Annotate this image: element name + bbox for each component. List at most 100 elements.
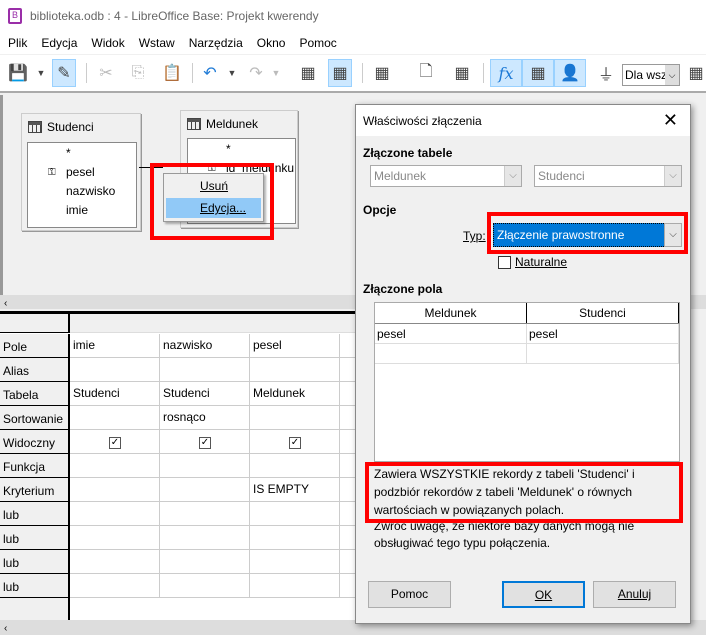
grid-cell[interactable]: IS EMPTY — [250, 478, 340, 502]
grid-cell[interactable] — [160, 358, 250, 382]
design-view-icon[interactable]: ▦ — [328, 59, 352, 87]
row-label: lub — [0, 526, 70, 550]
visible-checkbox[interactable]: ✓ — [199, 437, 211, 449]
right-table-select[interactable]: Studenci ⌵ — [534, 165, 682, 187]
grid-row: Alias — [0, 358, 430, 382]
grid-row: lub — [0, 550, 430, 574]
field-item[interactable]: * — [28, 144, 136, 163]
grid-cell[interactable] — [70, 478, 160, 502]
table-row[interactable]: pesel pesel — [375, 324, 679, 344]
field-item[interactable]: ⚿ pesel — [28, 163, 136, 182]
run-query-icon[interactable]: ▦ — [296, 59, 320, 87]
table-names-icon[interactable]: ▦ — [522, 59, 554, 87]
grid-cell[interactable] — [250, 526, 340, 550]
grid-cell[interactable] — [160, 502, 250, 526]
clear-query-icon[interactable]: ▦ — [370, 59, 394, 87]
left-table-select[interactable]: Meldunek ⌵ — [370, 165, 522, 187]
grid-cell[interactable] — [70, 502, 160, 526]
grid-cell[interactable] — [250, 574, 340, 598]
delete-icon[interactable]: 🗋 — [414, 59, 438, 87]
grid-cell[interactable]: ✓ — [160, 430, 250, 454]
grid-cell[interactable] — [160, 574, 250, 598]
compatibility-note: Zwróć uwagę, że niektóre bazy danych mog… — [374, 519, 635, 550]
grid-cell[interactable]: rosnąco — [160, 406, 250, 430]
save-icon[interactable]: 💾 — [6, 59, 30, 87]
alias-icon[interactable]: 👤 — [554, 59, 586, 87]
field-item[interactable]: nazwisko — [28, 182, 136, 201]
menu-edycja[interactable]: Edycja — [41, 36, 77, 50]
menu-okno[interactable]: Okno — [257, 36, 286, 50]
grid-cell[interactable] — [160, 550, 250, 574]
table-row[interactable] — [375, 344, 679, 364]
field-item[interactable]: imie — [28, 201, 136, 220]
grid-cell[interactable]: Studenci — [70, 382, 160, 406]
grid-cell[interactable] — [70, 454, 160, 478]
grid-cell[interactable] — [250, 406, 340, 430]
grid-cell[interactable] — [250, 550, 340, 574]
grid-cell[interactable] — [250, 358, 340, 382]
cell[interactable]: pesel — [527, 324, 679, 343]
scroll-left-icon[interactable]: ‹ — [0, 298, 7, 309]
paste-icon[interactable]: 📋 — [160, 59, 184, 87]
visible-checkbox[interactable]: ✓ — [289, 437, 301, 449]
functions-icon[interactable]: fx — [490, 59, 522, 87]
close-icon[interactable]: ✕ — [663, 110, 678, 131]
redo-icon[interactable]: ↷ — [244, 59, 268, 87]
copy-icon[interactable]: ⎘ — [126, 59, 150, 87]
cancel-button[interactable]: Anuluj — [593, 581, 676, 608]
grid-cell[interactable] — [70, 526, 160, 550]
chevron-down-icon[interactable]: ⌵ — [665, 65, 679, 85]
undo-icon[interactable]: ↶ — [198, 59, 222, 87]
visible-checkbox[interactable]: ✓ — [109, 437, 121, 449]
scroll-left-icon[interactable]: ‹ — [0, 623, 7, 634]
grid-cell[interactable] — [70, 550, 160, 574]
menu-wstaw[interactable]: Wstaw — [139, 36, 175, 50]
menu-plik[interactable]: Plik — [8, 36, 27, 50]
grid-cell[interactable] — [160, 454, 250, 478]
join-properties-dialog: Właściwości złączenia ✕ Złączone tabele M… — [355, 104, 691, 624]
ok-button[interactable]: OK — [502, 581, 585, 608]
grid-cell[interactable] — [70, 574, 160, 598]
grid-cell[interactable] — [250, 454, 340, 478]
row-label: Kryterium — [0, 478, 70, 502]
grid-cell[interactable]: Studenci — [160, 382, 250, 406]
row-label: Funkcja — [0, 454, 70, 478]
menu-widok[interactable]: Widok — [91, 36, 124, 50]
grid-cell[interactable]: Meldunek — [250, 382, 340, 406]
grid-cell[interactable] — [160, 526, 250, 550]
limit-combo[interactable]: Dla wsz ⌵ — [622, 64, 680, 86]
grid-cell[interactable]: ✓ — [70, 430, 160, 454]
natural-checkbox[interactable]: Naturalne — [498, 255, 567, 269]
grid-row: lub — [0, 502, 430, 526]
undo-dropdown-icon[interactable]: ▼ — [226, 59, 238, 87]
distinct-filter-icon[interactable]: ⏚ — [594, 59, 618, 87]
redo-dropdown-icon[interactable]: ▼ — [270, 59, 282, 87]
menu-pomoc[interactable]: Pomoc — [299, 36, 336, 50]
field-item[interactable]: * — [188, 140, 295, 159]
chevron-down-icon: ⌵ — [504, 166, 521, 186]
checkbox-icon[interactable] — [498, 255, 511, 269]
grid-cell[interactable]: nazwisko — [160, 334, 250, 358]
grid-cell[interactable] — [160, 478, 250, 502]
grid-cell[interactable]: pesel — [250, 334, 340, 358]
help-button[interactable]: Pomoc — [368, 581, 451, 608]
sql-view-icon[interactable]: ▦ — [684, 59, 706, 87]
grid-cell[interactable]: imie — [70, 334, 160, 358]
window-title: biblioteka.odb : 4 - LibreOffice Base: P… — [30, 9, 319, 23]
save-dropdown-icon[interactable]: ▼ — [34, 59, 48, 87]
edit-mode-icon[interactable]: ✎ — [52, 59, 76, 87]
add-table-icon[interactable]: ▦ — [450, 59, 474, 87]
table-title: Meldunek — [206, 117, 259, 131]
cell[interactable]: pesel — [375, 324, 527, 343]
grid-cell[interactable] — [250, 502, 340, 526]
grid-cell[interactable] — [70, 358, 160, 382]
chevron-down-icon: ⌵ — [664, 166, 681, 186]
dialog-title: Właściwości złączenia — [363, 114, 482, 128]
table-window-studenci[interactable]: Studenci * ⚿ pesel nazwisko imie — [21, 113, 141, 231]
grid-cell[interactable] — [70, 406, 160, 430]
menu-narzedzia[interactable]: Narzędzia — [189, 36, 243, 50]
grid-row: lub — [0, 526, 430, 550]
cut-icon[interactable]: ✂ — [94, 59, 118, 87]
grid-cell[interactable]: ✓ — [250, 430, 340, 454]
row-label: lub — [0, 502, 70, 526]
